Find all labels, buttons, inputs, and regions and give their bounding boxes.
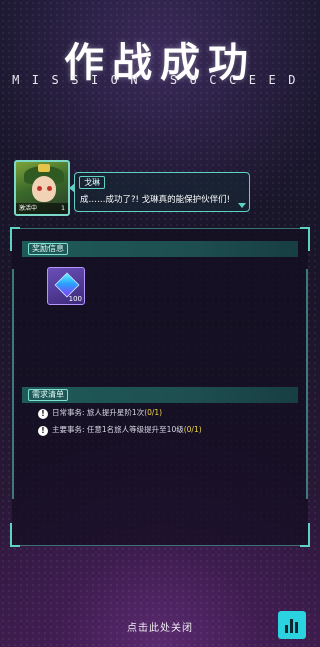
requirement-text: 日常事务: 旅人提升星阶1次	[52, 408, 145, 417]
avatar-nameplate: 激活中 1	[16, 203, 68, 214]
alert-icon: !	[38, 409, 48, 419]
bar-chart-icon	[295, 622, 298, 633]
panel-corner	[10, 523, 20, 547]
avatar-eye	[37, 186, 42, 191]
requirement-text: 主要事务: 任意1名旅人等级提升至10级	[52, 425, 184, 434]
stats-button[interactable]	[278, 611, 306, 639]
avatar-level: 1	[61, 205, 65, 212]
requirement-item: ! 主要事务: 任意1名旅人等级提升至10级(0/1)	[38, 424, 202, 436]
speaker-avatar: 激活中 1	[14, 160, 70, 216]
requirements-header: 需求清单	[22, 387, 298, 403]
speaker-name: 戈琳	[79, 176, 105, 189]
panel-edge-glow	[12, 269, 14, 499]
dialog-next-icon	[238, 203, 246, 208]
alert-icon: !	[38, 426, 48, 436]
crystal-cube-icon	[54, 272, 80, 298]
rewards-header-label: 奖励信息	[28, 243, 68, 255]
reward-quantity: 100	[68, 295, 82, 303]
panel-corner	[300, 227, 310, 251]
requirement-item: ! 日常事务: 旅人提升星阶1次(0/1)	[38, 407, 162, 419]
avatar-eye	[47, 186, 52, 191]
avatar-nameplate-text: 激活中	[19, 205, 38, 212]
close-hint[interactable]: 点击此处关闭	[0, 619, 320, 634]
requirement-progress: (0/1)	[183, 425, 202, 434]
bar-chart-icon	[285, 625, 288, 633]
bubble-tail	[69, 183, 75, 193]
panel-corner	[10, 227, 20, 251]
avatar-ornament	[38, 164, 50, 172]
panel-corner	[300, 523, 310, 547]
dialog-line: 成……成功了?! 戈琳真的能保护伙伴们!	[80, 195, 231, 205]
dialog-bubble[interactable]: 戈琳 成……成功了?! 戈琳真的能保护伙伴们!	[69, 172, 250, 212]
bar-chart-icon	[290, 619, 293, 633]
requirements-header-label: 需求清单	[28, 389, 68, 401]
avatar-face	[32, 176, 56, 202]
requirement-progress: (0/1)	[144, 408, 163, 417]
results-panel: 奖励信息 100 需求清单 ! 日常事务: 旅人提升星阶1次(0/1) ! 主要事务…	[10, 227, 310, 547]
rewards-header: 奖励信息	[22, 241, 298, 257]
page-subtitle: MISSION SUCCEED	[12, 73, 308, 87]
reward-item[interactable]: 100	[47, 267, 85, 305]
panel-edge-glow	[306, 269, 308, 499]
